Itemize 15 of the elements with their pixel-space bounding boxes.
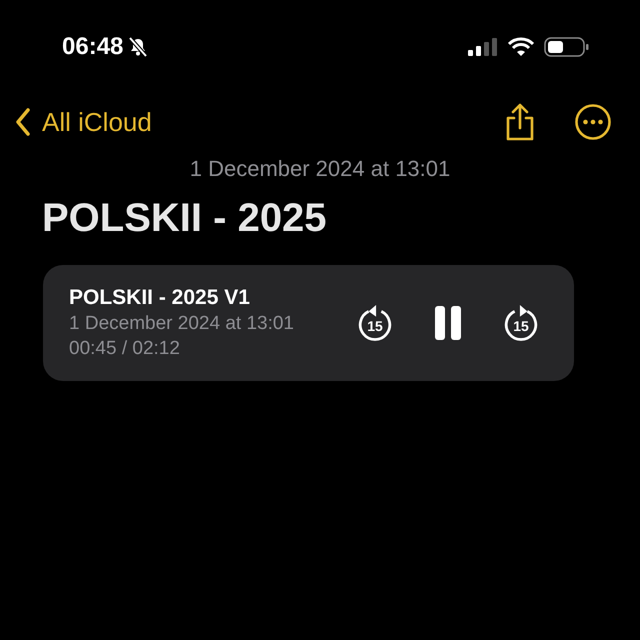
clock-time: 06:48 xyxy=(62,33,124,61)
wifi-icon xyxy=(508,37,534,57)
recording-title: POLSKII - 2025 V1 xyxy=(69,286,251,310)
note-date: 1 December 2024 at 13:01 xyxy=(188,156,452,182)
chevron-left-icon xyxy=(14,107,32,137)
battery-icon xyxy=(544,36,590,58)
playback-time: 00:45 / 02:12 xyxy=(69,338,181,360)
recording-date: 1 December 2024 at 13:01 xyxy=(69,313,294,335)
pause-button[interactable] xyxy=(434,305,462,341)
signal-icon xyxy=(468,37,498,57)
more-icon[interactable] xyxy=(574,103,612,141)
back-button[interactable]: All iCloud xyxy=(14,106,152,138)
skip-back-button[interactable]: 15 xyxy=(356,304,394,342)
note-title: POLSKII - 2025 xyxy=(42,196,328,241)
skip-forward-button[interactable]: 15 xyxy=(502,304,540,342)
